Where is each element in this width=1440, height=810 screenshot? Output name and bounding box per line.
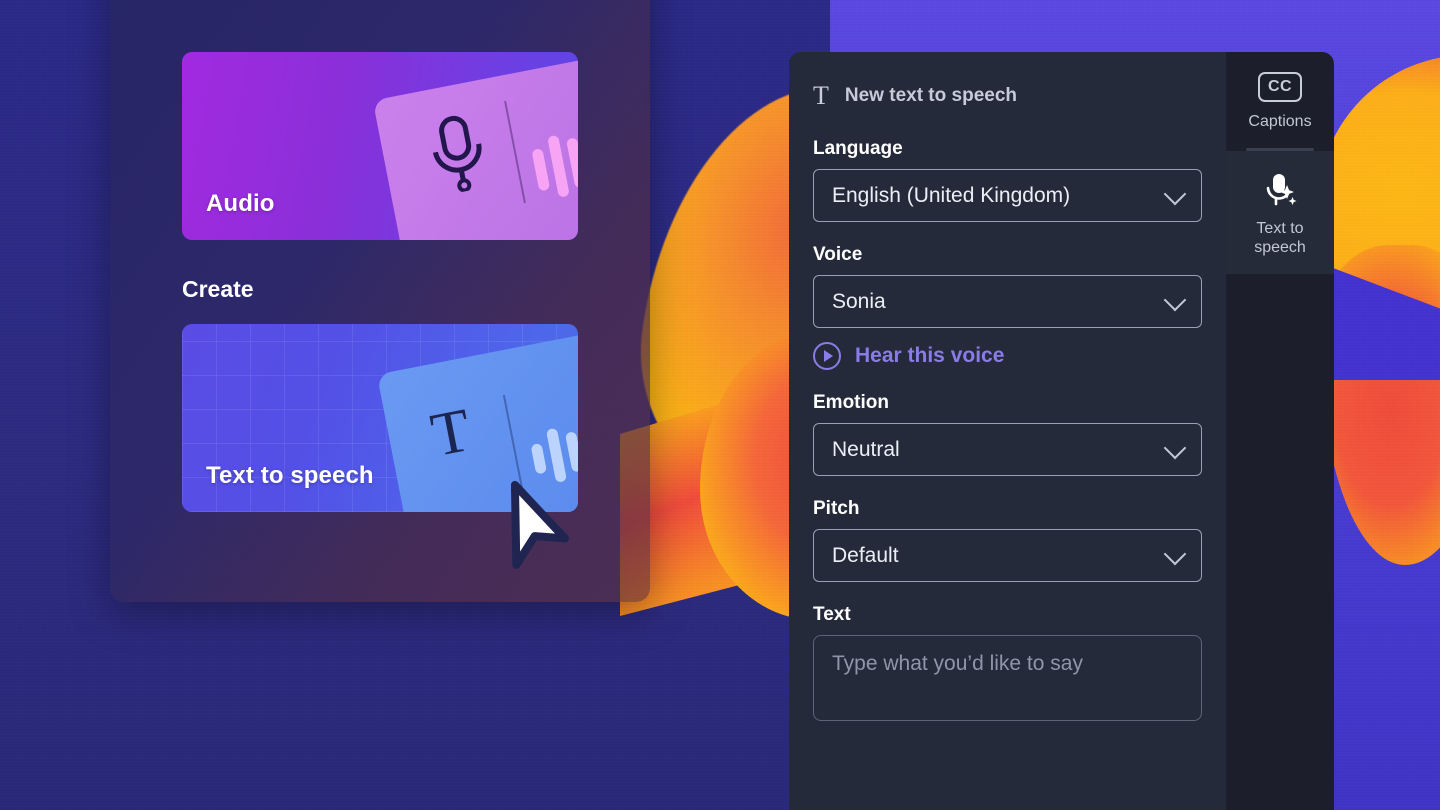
pitch-label: Pitch	[813, 498, 860, 519]
media-card-tts-label: Text to speech	[206, 462, 374, 489]
emotion-select[interactable]: Neutral	[813, 423, 1202, 476]
mic-sparkle-icon	[1266, 173, 1297, 205]
rail-item-tts-label: Text to speech	[1254, 219, 1306, 258]
emotion-value: Neutral	[832, 437, 900, 461]
closed-caption-icon: CC	[1258, 72, 1302, 102]
chevron-down-icon	[1163, 542, 1187, 565]
field-text: Text Type what you’d like to say	[789, 604, 1226, 721]
rail-item-text-to-speech[interactable]: Text to speech	[1226, 150, 1334, 274]
field-voice: Voice Sonia	[789, 244, 1226, 328]
rail-item-captions-label: Captions	[1248, 113, 1312, 130]
text-label: Text	[813, 604, 851, 625]
panel-title: New text to speech	[844, 85, 1017, 106]
rail-item-captions[interactable]: CC Captions	[1226, 52, 1334, 148]
app-screenshot: Camera Audio Create T	[0, 0, 1440, 810]
text-input[interactable]: Type what you’d like to say	[813, 635, 1202, 721]
rail-tts-line1: Text to	[1256, 219, 1304, 237]
field-emotion: Emotion Neutral	[789, 392, 1226, 476]
pitch-select[interactable]: Default	[813, 529, 1202, 582]
voice-value: Sonia	[832, 289, 886, 313]
hear-this-voice-button[interactable]: Hear this voice	[789, 328, 1226, 370]
media-card-audio[interactable]: Audio	[182, 52, 578, 240]
media-card-audio-label: Audio	[206, 190, 275, 217]
chevron-down-icon	[1163, 288, 1187, 311]
play-triangle-icon	[823, 350, 833, 362]
language-label: Language	[813, 138, 903, 159]
chevron-down-icon	[1163, 436, 1187, 459]
panel-header: T New text to speech	[789, 76, 1226, 116]
tools-rail: CC Captions Text to speech	[1226, 52, 1334, 810]
language-select[interactable]: English (United Kingdom)	[813, 169, 1202, 222]
voice-label: Voice	[813, 244, 863, 265]
hear-this-voice-label: Hear this voice	[855, 344, 1005, 367]
voice-select[interactable]: Sonia	[813, 275, 1202, 328]
play-circle-icon	[813, 342, 841, 370]
rail-tts-line2: speech	[1254, 239, 1306, 257]
chevron-down-icon	[1163, 182, 1187, 205]
text-to-speech-properties-panel: T New text to speech Language English (U…	[789, 52, 1226, 810]
language-value: English (United Kingdom)	[832, 183, 1071, 207]
field-pitch: Pitch Default	[789, 498, 1226, 582]
create-section-title: Create	[182, 276, 254, 302]
pitch-value: Default	[832, 543, 899, 567]
emotion-label: Emotion	[813, 392, 889, 413]
text-t-icon: T	[813, 81, 829, 110]
field-language: Language English (United Kingdom)	[789, 138, 1226, 222]
